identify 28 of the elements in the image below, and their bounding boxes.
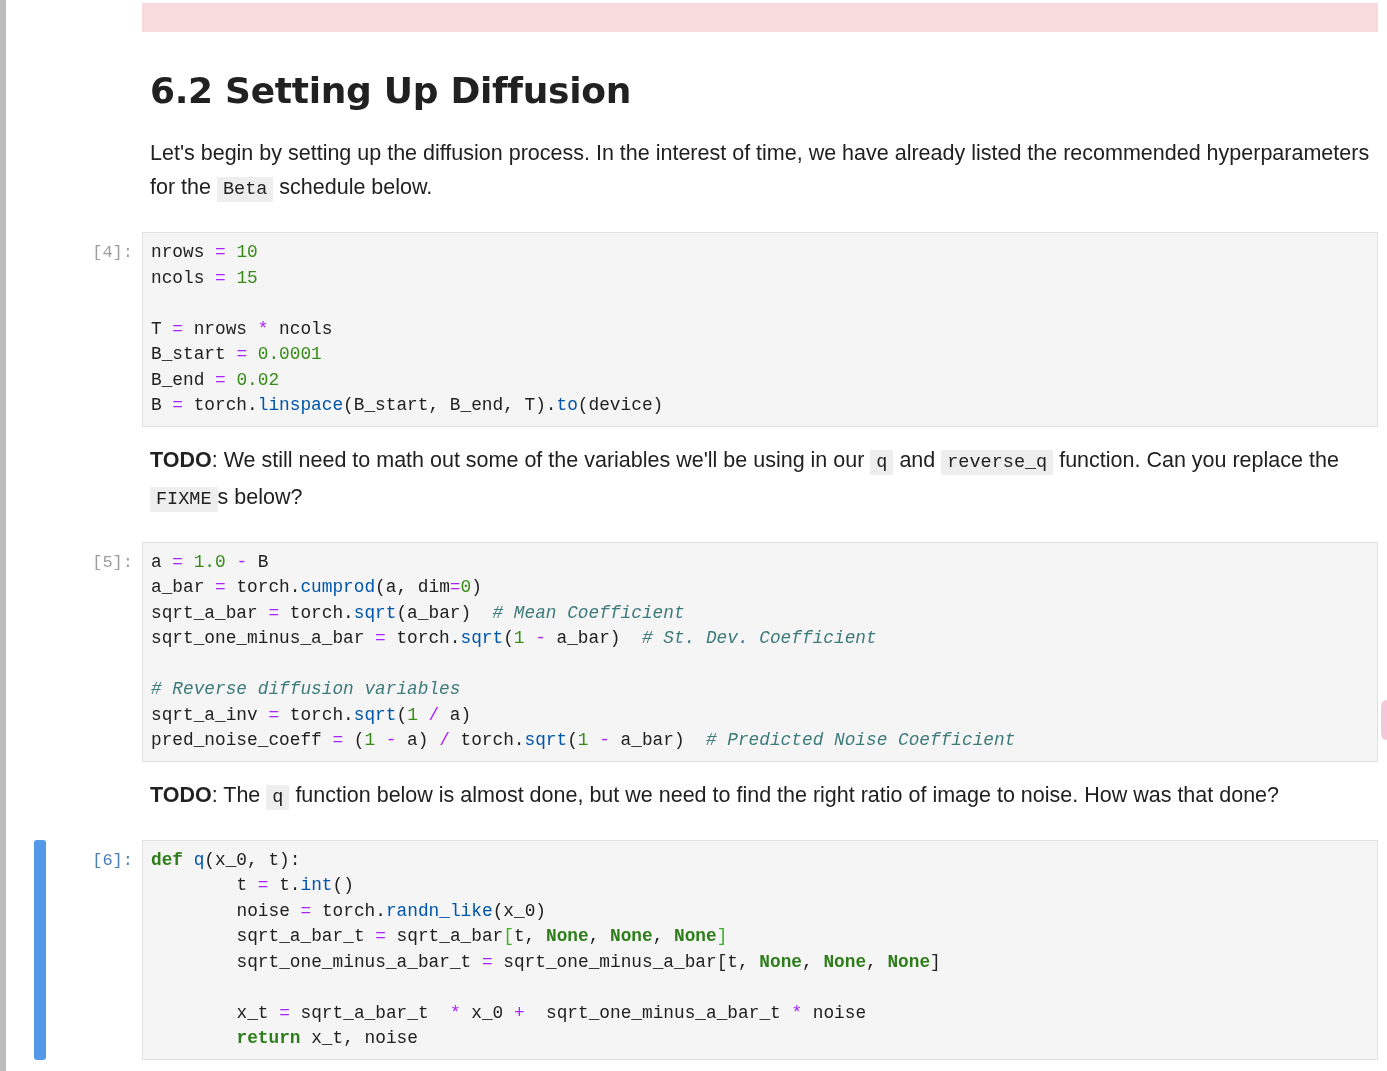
execution-prompt: [4]: bbox=[92, 242, 134, 264]
execution-prompt: [6]: bbox=[92, 849, 134, 872]
code-line: a = 1.0 - B bbox=[151, 550, 269, 574]
section-heading: 6.2 Setting Up Diffusion bbox=[150, 69, 632, 113]
paragraph: TODO: The q function below is almost done, but we need to find the right ratio of image to noise. How was that done? bbox=[150, 781, 1280, 812]
code-line: sqrt_a_bar_t = sqrt_a_bar[t, None, None, None] bbox=[235, 925, 728, 948]
code-line: sqrt_a_bar = torch.sqrt(a_bar) # Mean Coefficient bbox=[151, 601, 685, 625]
paragraph: TODO: We still need to math out some of the variables we'll be using in our q and reverse_q function. Can you replace the FIXME s below? bbox=[150, 446, 1340, 514]
code-line: T = nrows * ncols bbox=[151, 317, 333, 341]
code-line: x_t = sqrt_a_bar_t * x_0 + sqrt_one_minus_a_bar_t * noise bbox=[235, 1001, 867, 1025]
code-line: ncols = 15 bbox=[151, 266, 258, 290]
code-line: sqrt_a_inv = torch.sqrt(1 / a) bbox=[151, 703, 472, 727]
code-line: # Reverse diffusion variables bbox=[151, 678, 461, 701]
code-line: a_bar = torch.cumprod(a, dim=0) bbox=[151, 576, 482, 599]
code-line: t = t.int() bbox=[235, 874, 354, 897]
code-line: B_end = 0.02 bbox=[151, 368, 280, 392]
code-line: B = torch.linspace(B_start, B_end, T).to(device) bbox=[151, 394, 664, 417]
code-line: sqrt_one_minus_a_bar_t = sqrt_one_minus_a_bar[t, None, None, None] bbox=[235, 950, 941, 974]
code-line: B_start = 0.0001 bbox=[151, 343, 322, 366]
code-line: def q(x_0, t): bbox=[151, 848, 301, 872]
code-line: pred_noise_coeff = (1 - a) / torch.sqrt(1 - a_bar) # Predicted Noise Coefficient bbox=[151, 729, 1016, 752]
code-line: nrows = 10 bbox=[151, 241, 258, 264]
code-line: return x_t, noise bbox=[235, 1027, 418, 1050]
code-editor[interactable]: nrows = 10 ncols = 15 T = nrows * ncols B_start = 0.0001 B_end = 0.02 B = torch.linspace(B_start, B_end, T).to(device) bbox=[142, 232, 1378, 427]
paragraph: Let's begin by setting up the diffusion process. In the interest of time, we have already listed the recommended hyperparameters for the Beta schedule below. bbox=[150, 140, 1370, 204]
code-line: sqrt_one_minus_a_bar = torch.sqrt(1 - a_bar) # St. Dev. Coefficient bbox=[151, 627, 877, 650]
execution-prompt: [5]: bbox=[92, 551, 134, 574]
code-line: noise = torch.randn_like(x_0) bbox=[235, 899, 546, 923]
